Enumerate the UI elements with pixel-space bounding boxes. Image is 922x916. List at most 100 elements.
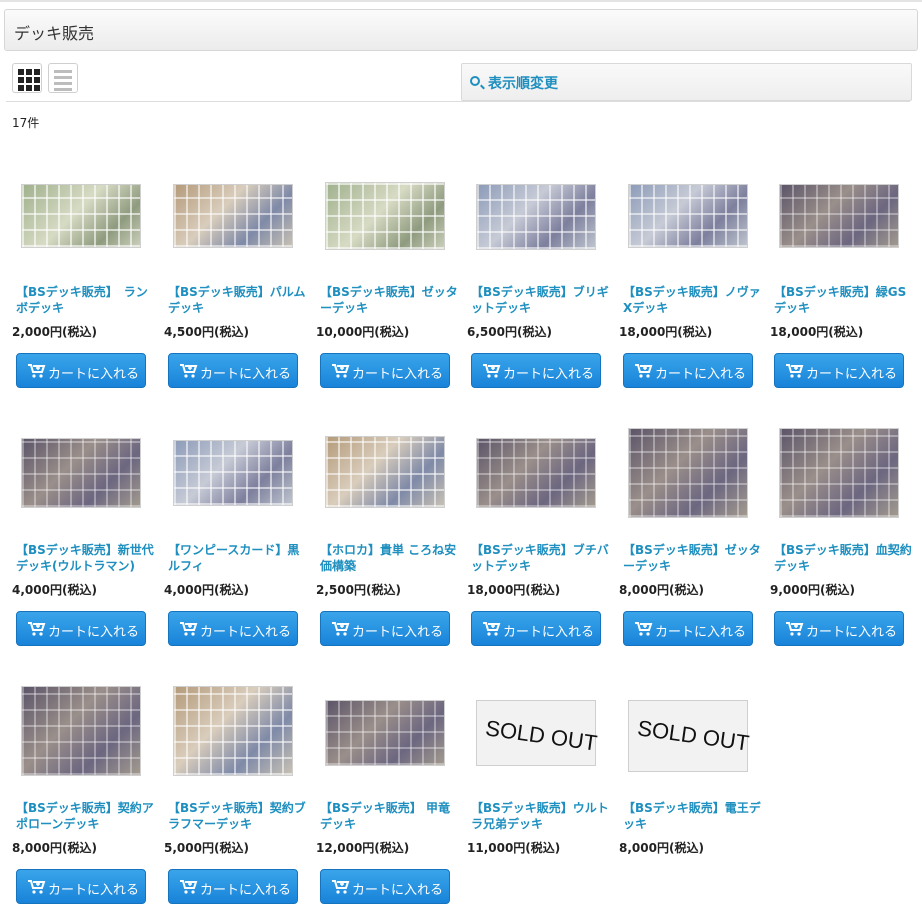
product-card: 【BSデッキ販売】ゼッターデッキ 10,000円(税込) カートに入れる (316, 160, 462, 400)
cart-icon (483, 621, 501, 636)
product-image[interactable] (628, 428, 748, 518)
page-title: デッキ販売 (14, 24, 95, 43)
product-price: 18,000円(税込) (619, 325, 713, 339)
product-name-link[interactable]: 【BSデッキ販売】ノヴァXデッキ (623, 284, 763, 316)
product-name-link[interactable]: 【BSデッキ販売】契約ブラフマーデッキ (168, 800, 308, 832)
product-card: 【ワンピースカード】黒ルフィ 4,000円(税込) カートに入れる (164, 418, 310, 658)
product-image[interactable]: SOLD OUT (476, 700, 599, 766)
product-image[interactable] (779, 428, 899, 518)
add-to-cart-button[interactable]: カートに入れる (774, 611, 904, 646)
product-name-link[interactable]: 【BSデッキ販売】ブチバットデッキ (471, 542, 611, 574)
cart-icon (332, 879, 350, 894)
product-price: 2,500円(税込) (316, 583, 401, 597)
cart-icon (28, 363, 46, 378)
product-image[interactable] (476, 438, 596, 508)
sort-order-toggle[interactable]: 表示順変更 (461, 63, 912, 101)
add-to-cart-label: カートに入れる (806, 625, 898, 640)
product-image[interactable] (21, 184, 141, 248)
product-price: 4,000円(税込) (12, 583, 97, 597)
add-to-cart-button[interactable]: カートに入れる (320, 353, 450, 388)
add-to-cart-label: カートに入れる (352, 883, 444, 898)
product-image[interactable] (325, 182, 445, 250)
add-to-cart-button[interactable]: カートに入れる (623, 611, 753, 646)
cart-icon (332, 621, 350, 636)
add-to-cart-button[interactable]: カートに入れる (16, 353, 146, 388)
add-to-cart-button[interactable]: カートに入れる (320, 611, 450, 646)
product-image[interactable] (173, 686, 293, 776)
add-to-cart-label: カートに入れる (48, 367, 140, 382)
cart-icon (483, 363, 501, 378)
cart-icon (635, 363, 653, 378)
product-card: 【BSデッキ販売】ノヴァXデッキ 18,000円(税込) カートに入れる (619, 160, 765, 400)
product-name-link[interactable]: 【BSデッキ販売】契約アポローンデッキ (16, 800, 156, 832)
product-image[interactable] (325, 700, 445, 766)
add-to-cart-button[interactable]: カートに入れる (471, 611, 601, 646)
product-image[interactable] (173, 184, 293, 248)
add-to-cart-button[interactable]: カートに入れる (623, 353, 753, 388)
cart-icon (786, 363, 804, 378)
product-image[interactable]: SOLD OUT (628, 700, 751, 772)
add-to-cart-label: カートに入れる (200, 367, 292, 382)
product-price: 11,000円(税込) (467, 841, 561, 855)
cart-icon (786, 621, 804, 636)
add-to-cart-button[interactable]: カートに入れる (774, 353, 904, 388)
add-to-cart-button[interactable]: カートに入れる (168, 611, 298, 646)
product-name-link[interactable]: 【BSデッキ販売】ウルトラ兄弟デッキ (471, 800, 611, 832)
product-card: SOLD OUT 【BSデッキ販売】電王デッキ 8,000円(税込) (619, 676, 765, 916)
add-to-cart-label: カートに入れる (655, 367, 747, 382)
product-name-link[interactable]: 【BSデッキ販売】血契約デッキ (774, 542, 914, 574)
product-image[interactable] (476, 184, 596, 250)
add-to-cart-label: カートに入れる (200, 625, 292, 640)
add-to-cart-label: カートに入れる (352, 625, 444, 640)
product-name-link[interactable]: 【ワンピースカード】黒ルフィ (168, 542, 308, 574)
product-card: 【BSデッキ販売】ブリギットデッキ 6,500円(税込) カートに入れる (467, 160, 613, 400)
cart-icon (28, 879, 46, 894)
add-to-cart-button[interactable]: カートに入れる (168, 869, 298, 904)
product-image[interactable] (21, 686, 141, 776)
product-name-link[interactable]: 【BSデッキ販売】ゼッターデッキ (320, 284, 460, 316)
product-name-link[interactable]: 【BSデッキ販売】緑GSデッキ (774, 284, 914, 316)
product-card: SOLD OUT 【BSデッキ販売】ウルトラ兄弟デッキ 11,000円(税込) (467, 676, 613, 916)
add-to-cart-button[interactable]: カートに入れる (471, 353, 601, 388)
cart-icon (332, 363, 350, 378)
product-price: 5,000円(税込) (164, 841, 249, 855)
product-price: 4,500円(税込) (164, 325, 249, 339)
product-price: 18,000円(税込) (467, 583, 561, 597)
cart-icon (635, 621, 653, 636)
product-name-link[interactable]: 【BSデッキ販売】 甲竜デッキ (320, 800, 460, 832)
sort-order-label: 表示順変更 (488, 76, 558, 92)
product-price: 9,000円(税込) (770, 583, 855, 597)
cart-icon (180, 363, 198, 378)
product-name-link[interactable]: 【BSデッキ販売】新世代デッキ(ウルトラマン) (16, 542, 156, 574)
product-name-link[interactable]: 【BSデッキ販売】ブリギットデッキ (471, 284, 611, 316)
add-to-cart-label: カートに入れる (48, 883, 140, 898)
product-image[interactable] (628, 184, 748, 248)
product-name-link[interactable]: 【ホロカ】貴単 ころね安価構築 (320, 542, 460, 574)
sold-out-stamp: SOLD OUT (635, 715, 751, 756)
product-card: 【BSデッキ販売】パルムデッキ 4,500円(税込) カートに入れる (164, 160, 310, 400)
product-name-link[interactable]: 【BSデッキ販売】ゼッターデッキ (623, 542, 763, 574)
product-card: 【ホロカ】貴単 ころね安価構築 2,500円(税込) カートに入れる (316, 418, 462, 658)
add-to-cart-button[interactable]: カートに入れる (320, 869, 450, 904)
product-price: 12,000円(税込) (316, 841, 410, 855)
product-name-link[interactable]: 【BSデッキ販売】パルムデッキ (168, 284, 308, 316)
product-name-link[interactable]: 【BSデッキ販売】 ランボデッキ (16, 284, 156, 316)
add-to-cart-button[interactable]: カートに入れる (168, 353, 298, 388)
product-price: 8,000円(税込) (12, 841, 97, 855)
product-image[interactable] (173, 440, 293, 506)
product-image[interactable] (21, 438, 141, 508)
add-to-cart-label: カートに入れる (200, 883, 292, 898)
product-price: 6,500円(税込) (467, 325, 552, 339)
add-to-cart-button[interactable]: カートに入れる (16, 869, 146, 904)
product-name-link[interactable]: 【BSデッキ販売】電王デッキ (623, 800, 763, 832)
grid-view-button[interactable] (12, 63, 42, 93)
product-image[interactable] (325, 436, 445, 508)
product-price: 8,000円(税込) (619, 841, 704, 855)
list-view-button[interactable] (48, 63, 78, 93)
product-image[interactable] (779, 184, 899, 248)
sold-out-stamp: SOLD OUT (483, 715, 599, 756)
cart-icon (180, 621, 198, 636)
add-to-cart-label: カートに入れる (352, 367, 444, 382)
add-to-cart-button[interactable]: カートに入れる (16, 611, 146, 646)
product-price: 10,000円(税込) (316, 325, 410, 339)
